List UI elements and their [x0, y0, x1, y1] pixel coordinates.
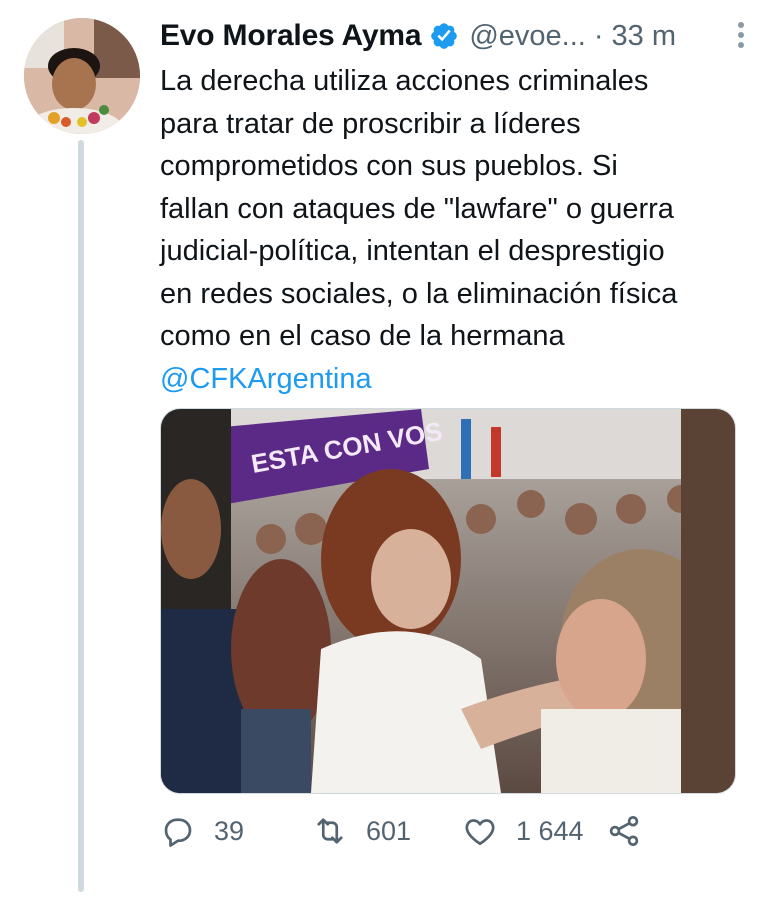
- tweet-header: Evo Morales Ayma @evoe... · 33 m: [160, 14, 736, 58]
- retweet-count: 601: [366, 815, 412, 846]
- tweet-text-line: como en el caso de la hermana: [160, 320, 565, 352]
- heart-icon: [465, 819, 495, 846]
- share-button[interactable]: [606, 808, 642, 854]
- reply-button[interactable]: 39: [160, 808, 244, 854]
- share-icon: [609, 816, 639, 846]
- author-name[interactable]: Evo Morales Ayma: [160, 19, 422, 53]
- mention-link[interactable]: @CFKArgentina: [160, 358, 740, 401]
- tweet-text-line: La derecha utiliza acciones criminales: [160, 65, 649, 97]
- tweet-text-line: en redes sociales, o la eliminación físi…: [160, 277, 678, 310]
- tweet-text: La derecha utiliza acciones criminales p…: [160, 60, 740, 400]
- tweet-timestamp[interactable]: 33 m: [612, 20, 676, 53]
- retweet-button[interactable]: 601: [312, 808, 411, 854]
- author-avatar[interactable]: [24, 18, 140, 134]
- verified-badge-icon: [431, 23, 458, 49]
- reply-count: 39: [214, 815, 245, 846]
- retweet-icon: [317, 818, 343, 844]
- like-count: 1 644: [516, 815, 584, 846]
- crowd-photo: ESTA CON VOS: [161, 409, 735, 793]
- thread-connector-line: [78, 140, 84, 892]
- avatar-photo: [24, 18, 140, 134]
- tweet-text-line: judicial-política, intentan el despresti…: [160, 235, 665, 267]
- reply-icon: [164, 818, 192, 847]
- author-handle[interactable]: @evoe...: [469, 20, 586, 53]
- header-separator: ·: [593, 19, 604, 52]
- tweet-actions: 39 601 1 644: [160, 808, 740, 854]
- more-options-icon[interactable]: [738, 22, 746, 52]
- tweet-text-line: para tratar de proscribir a líderes: [160, 107, 581, 140]
- like-button[interactable]: 1 644: [462, 808, 584, 854]
- tweet-text-line: fallan con ataques de "lawfare" o guerra: [160, 192, 674, 225]
- tweet-text-line: comprometidos con sus pueblos. Si: [160, 150, 618, 182]
- tweet-photo[interactable]: ESTA CON VOS: [160, 408, 736, 794]
